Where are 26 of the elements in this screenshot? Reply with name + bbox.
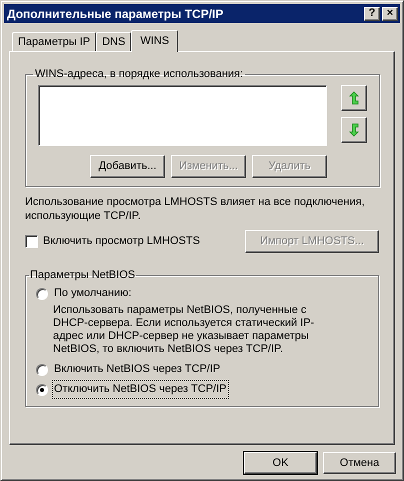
tab[interactable]: Параметры IP	[12, 32, 96, 51]
help-button[interactable]: ?	[364, 6, 380, 20]
radio-button[interactable]	[36, 364, 48, 376]
window-title: Дополнительные параметры TCP/IP	[7, 6, 224, 22]
move-up-button[interactable]	[341, 84, 367, 110]
option-description: Использовать параметры NetBIOS, полученные с DHCP-сервера. Если используется статический IP-адрес или DHCP-сервер не указывает параметры NetBIOS, то включить NetBIOS через TCP/IP.	[53, 304, 316, 356]
tab[interactable]: DNS	[96, 32, 132, 51]
lmhosts-note: Использование просмотра LMHOSTS влияет на все подключения, использующие TCP/IP.	[25, 195, 366, 223]
radio-label: Отключить NetBIOS через TCP/IP	[53, 381, 228, 398]
group-label: Параметры NetBIOS	[29, 268, 136, 283]
cancel-button[interactable]: Отмена	[323, 452, 396, 474]
tab[interactable]: WINS	[131, 30, 178, 52]
radio-label: По умолчанию:	[53, 286, 132, 302]
group-label: WINS-адреса, в порядке использования:	[34, 67, 244, 82]
move-down-button[interactable]	[341, 116, 367, 142]
radio-button[interactable]	[36, 288, 48, 300]
radio-label: Включить NetBIOS через TCP/IP	[53, 362, 222, 378]
checkbox-label: Включить просмотр LMHOSTS	[43, 234, 200, 250]
radio-button[interactable]	[36, 384, 48, 396]
down-arrow-icon	[349, 122, 359, 136]
checkbox[interactable]	[25, 235, 38, 248]
ok-button[interactable]: OK	[244, 452, 317, 474]
action-button[interactable]: Добавить...	[90, 154, 165, 178]
close-button[interactable]: ×	[382, 6, 398, 20]
wins-address-list[interactable]	[38, 84, 327, 146]
up-arrow-icon	[349, 90, 359, 104]
